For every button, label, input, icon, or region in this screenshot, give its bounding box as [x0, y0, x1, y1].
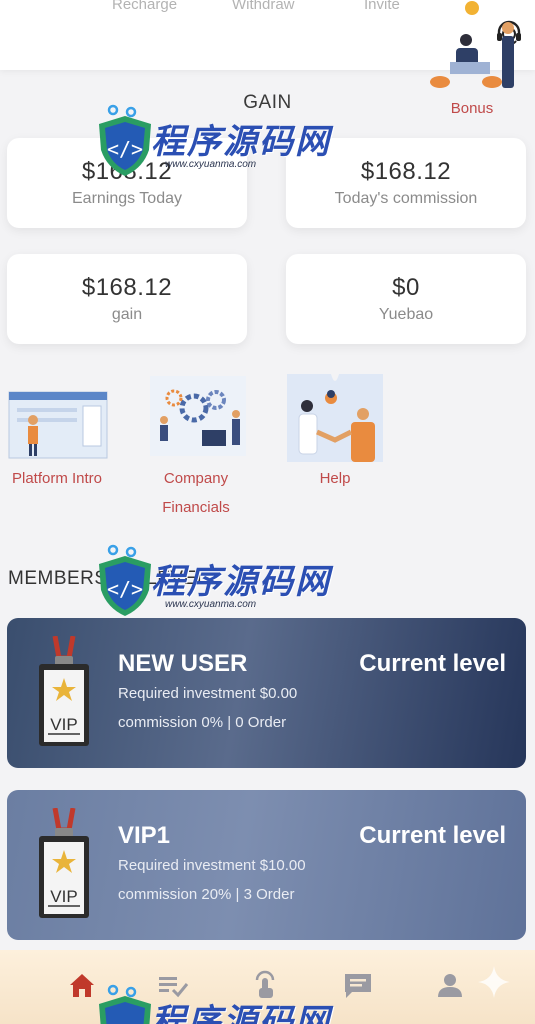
- level-name: NEW USER: [118, 650, 248, 677]
- yuebao-card: $0 Yuebao: [286, 254, 526, 344]
- earnings-today-card: $168.12 Earnings Today: [7, 138, 247, 228]
- badge-text: VIP: [50, 715, 77, 734]
- user-icon[interactable]: [430, 970, 470, 1000]
- gain-card: $168.12 gain: [7, 254, 247, 344]
- level-requirement: Required investment $0.00: [118, 685, 298, 702]
- tasks-icon[interactable]: [153, 970, 193, 1000]
- level-commission: commission 0% | 0 Order: [118, 714, 287, 731]
- platform-intro-illustration: [8, 391, 108, 459]
- membership-title: MEMBERSHIP LEVEL: [8, 568, 208, 589]
- vip-badge-icon: VIP: [39, 808, 89, 918]
- home-icon[interactable]: [62, 970, 102, 1000]
- todays-commission-card: $168.12 Today's commission: [286, 138, 526, 228]
- watermark-url: www.cxyuanma.com: [165, 599, 257, 610]
- feature-label: Platform Intro: [11, 470, 103, 487]
- feature-label-2: Financials: [162, 499, 230, 516]
- stat-value: $168.12: [81, 274, 173, 301]
- stat-value: $168.12: [81, 158, 173, 185]
- sparkle-icon: [478, 966, 510, 998]
- stat-value: $0: [392, 274, 420, 301]
- level-card-new-user[interactable]: VIP NEW USER Current level Required inve…: [7, 618, 526, 768]
- feature-label: Help: [319, 470, 351, 487]
- message-icon[interactable]: [338, 970, 378, 1000]
- level-status: Current level: [359, 650, 506, 677]
- tab-invite[interactable]: Invite: [364, 0, 400, 13]
- feature-label: Company: [163, 470, 229, 487]
- stat-label: Yuebao: [378, 306, 434, 323]
- level-name: VIP1: [118, 822, 171, 849]
- level-requirement: Required investment $10.00: [118, 857, 306, 874]
- stat-label: Earnings Today: [72, 190, 182, 207]
- feature-help[interactable]: Help: [282, 370, 388, 493]
- tab-recharge[interactable]: Recharge: [112, 0, 177, 13]
- bottom-nav: [0, 950, 535, 1024]
- stat-value: $168.12: [360, 158, 452, 185]
- bonus-illustration: [430, 1, 514, 88]
- level-status: Current level: [359, 822, 506, 849]
- badge-text: VIP: [50, 887, 77, 906]
- level-commission: commission 20% | 3 Order: [118, 886, 295, 903]
- feature-platform-intro[interactable]: Platform Intro: [2, 370, 112, 493]
- vip-badge-icon: VIP: [39, 636, 89, 746]
- feature-label: Bonus: [450, 100, 494, 117]
- help-illustration: [287, 374, 383, 462]
- tab-withdraw[interactable]: Withdraw: [232, 0, 295, 13]
- company-financials-illustration: [150, 376, 246, 456]
- touch-icon[interactable]: [245, 970, 285, 1000]
- level-card-vip1[interactable]: VIP VIP1 Current level Required investme…: [7, 790, 526, 940]
- feature-bonus[interactable]: Bonus: [420, 0, 524, 123]
- stat-label: gain: [111, 306, 143, 323]
- feature-company-financials[interactable]: Company Financials: [140, 370, 252, 522]
- stat-label: Today's commission: [334, 190, 478, 207]
